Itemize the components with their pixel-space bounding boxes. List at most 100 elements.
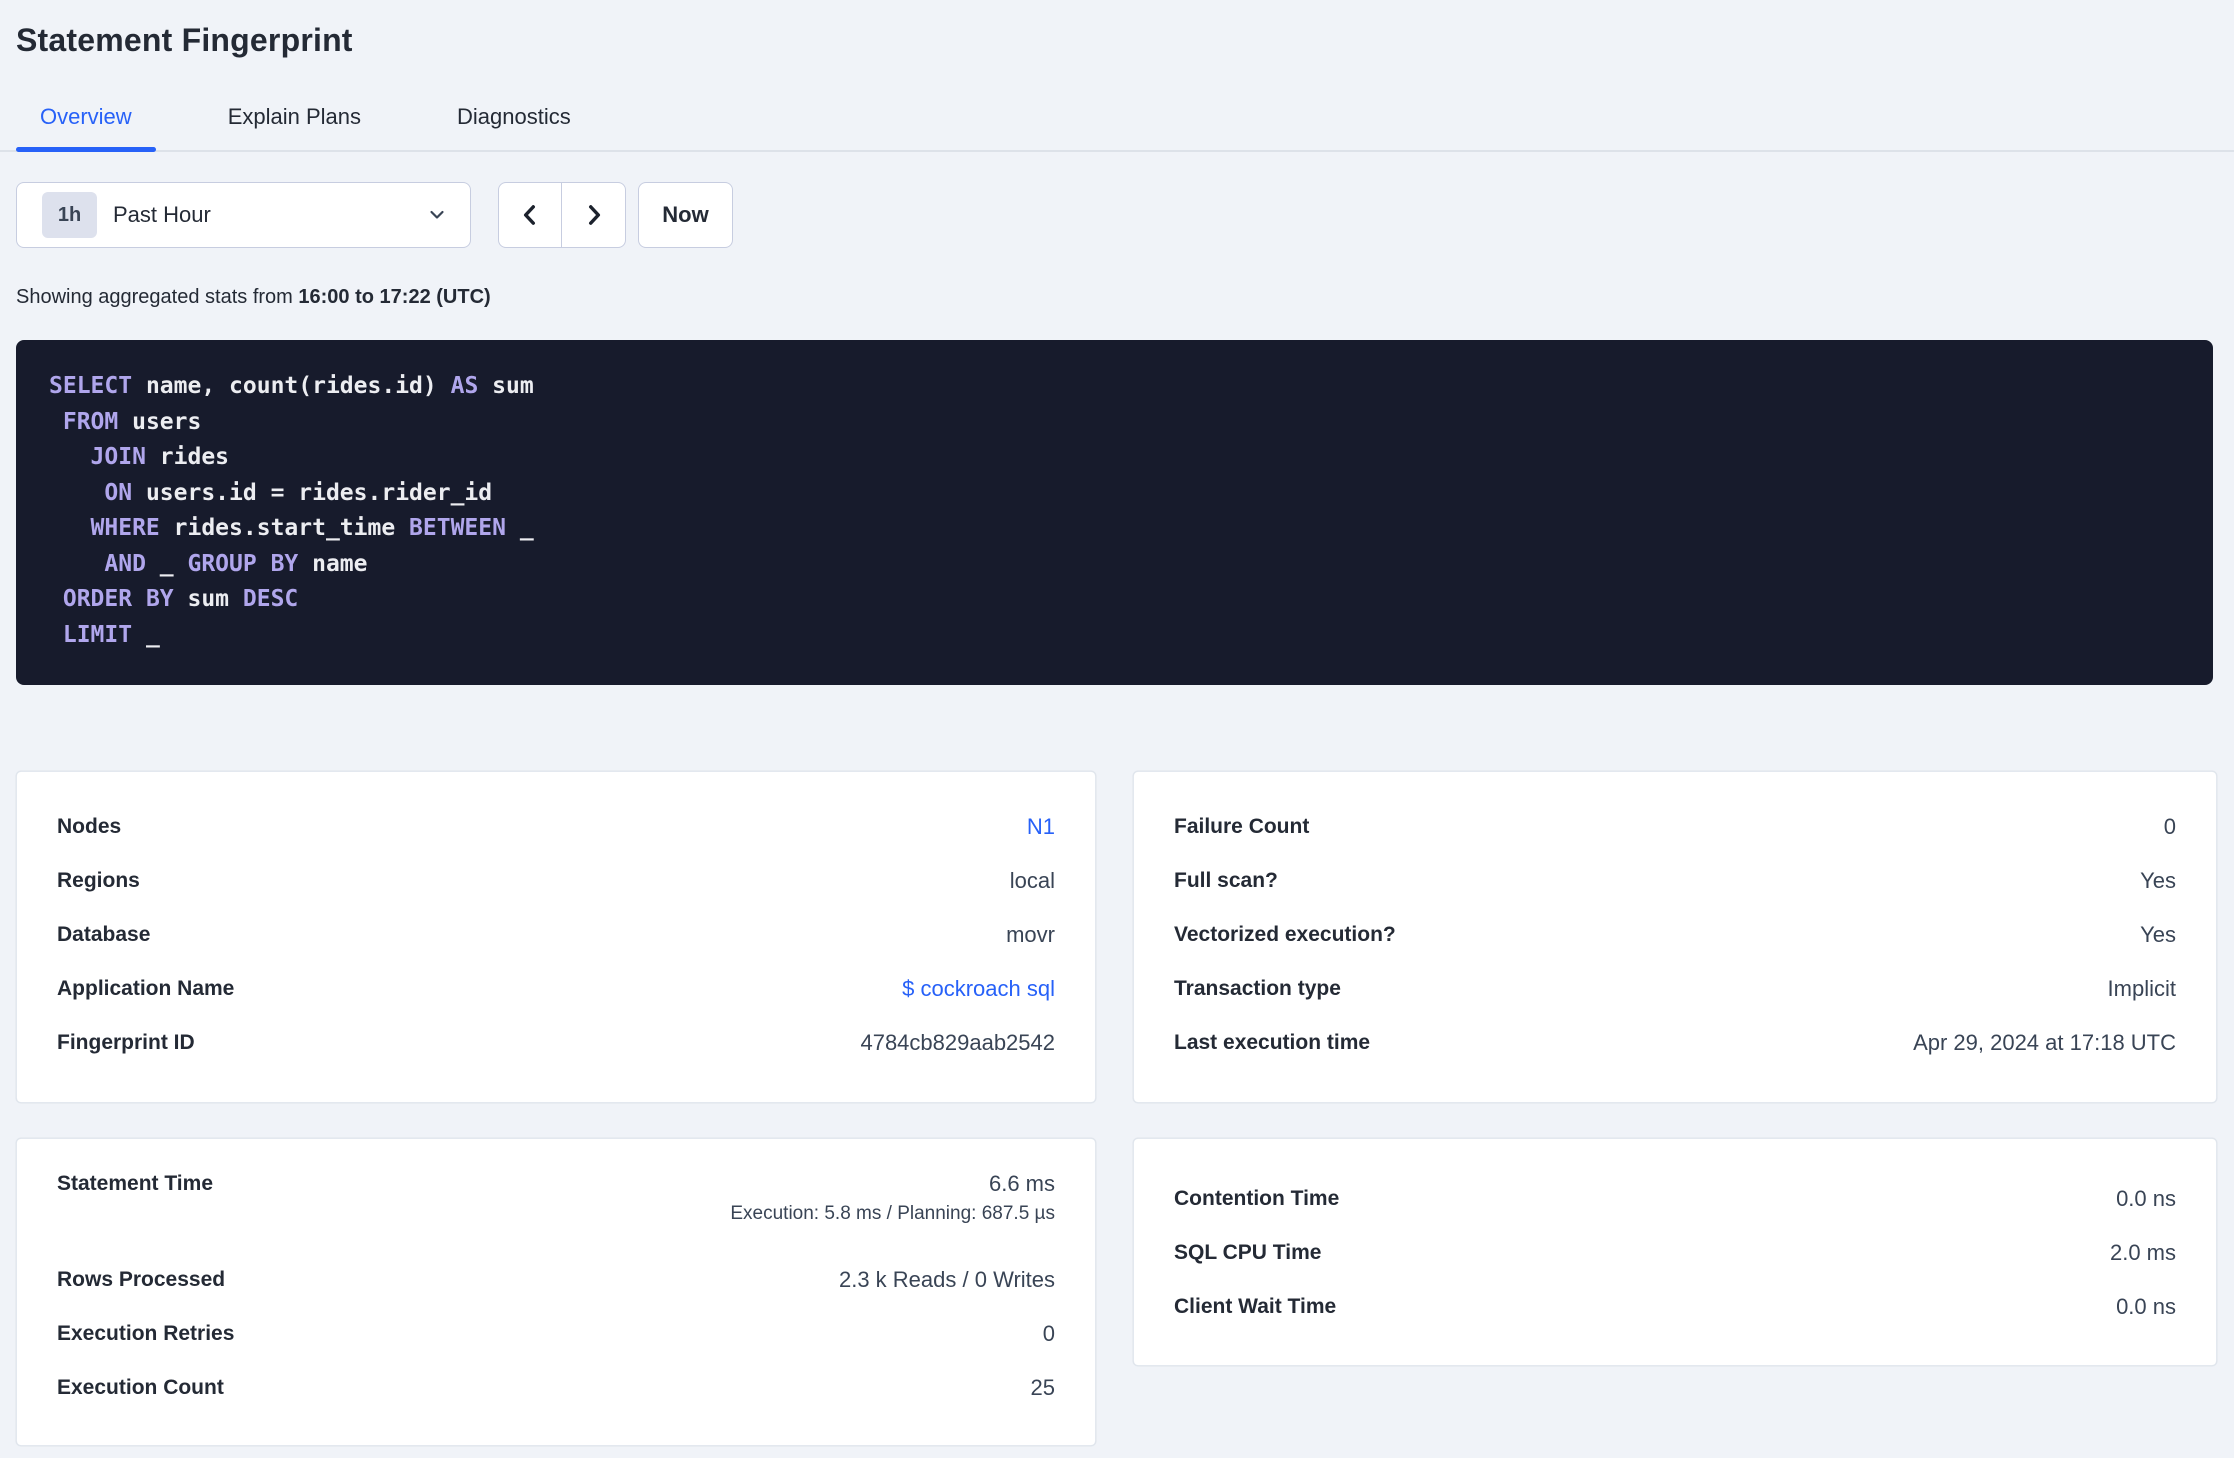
row-value-wrap: 6.6 ms Execution: 5.8 ms / Planning: 687.… [730,1167,1055,1227]
now-button[interactable]: Now [638,182,733,248]
summary-row: Vectorized execution? Yes [1174,908,2176,962]
summary-row: Transaction type Implicit [1174,962,2176,1016]
row-label: Full scan? [1174,869,1278,892]
row-value: 0 [2163,814,2176,839]
summary-row: Nodes N1 [57,800,1055,854]
summary-row: SQL CPU Time 2.0 ms [1174,1226,2176,1280]
row-label: Nodes [57,815,122,838]
page-title: Statement Fingerprint [16,22,353,58]
sql-statement-box: SELECT name, count(rides.id) AS sum FROM… [16,340,2213,685]
sql-keyword: AS [450,373,479,399]
time-range-pager [498,182,626,248]
row-label: Contention Time [1174,1187,1340,1210]
row-value-wrap: Apr 29, 2024 at 17:18 UTC [1913,1030,2176,1056]
row-value: 0.0 ns [2116,1186,2176,1211]
row-label: Vectorized execution? [1174,923,1396,946]
row-label: SQL CPU Time [1174,1241,1322,1264]
row-value-wrap: 0.0 ns [2116,1294,2176,1320]
sql-line: WHERE rides.start_time BETWEEN _ [49,511,2180,547]
row-subvalue: Execution: 5.8 ms / Planning: 687.5 µs [730,1203,1055,1224]
row-value-wrap: local [1010,868,1055,894]
statement-details-panel: Nodes N1 Regions local Database movr Applicati… [16,771,1096,1103]
summary-row: Contention Time 0.0 ns [1174,1172,2176,1226]
row-value-wrap: Yes [2140,922,2176,948]
sql-identifier [49,444,91,470]
time-breakdown-panel: Contention Time 0.0 ns SQL CPU Time 2.0 ms C… [1133,1138,2217,1366]
sql-keyword: ON [104,479,133,506]
sql-identifier: sum [478,373,534,399]
row-value-link[interactable]: $ cockroach sql [902,976,1055,1001]
sql-identifier [49,586,63,612]
time-range-dropdown[interactable]: 1h Past Hour [16,182,471,248]
sql-keyword: ORDER BY [62,586,174,612]
summary-row: Execution Retries 0 [57,1307,1055,1361]
sql-identifier: sum [173,586,243,612]
summary-row: Database movr [57,908,1055,962]
next-range-button[interactable] [562,183,625,247]
previous-range-button[interactable] [499,183,562,247]
sql-identifier: _ [505,515,534,541]
tab-explain-plans[interactable]: Explain Plans [204,98,385,150]
chevron-right-icon [581,202,607,228]
tab-bar: Overview Explain Plans Diagnostics [0,98,2234,152]
row-value: 0.0 ns [2116,1294,2176,1319]
sql-identifier [49,622,63,648]
row-value: local [1009,868,1055,893]
row-value-wrap: 0.0 ns [2116,1186,2176,1212]
chevron-left-icon [517,202,543,228]
time-range-badge: 1h [42,192,97,238]
sql-keyword: LIMIT [62,621,133,648]
sql-identifier [49,409,63,435]
sql-keyword: FROM [62,408,119,435]
row-value-wrap: 4784cb829aab2542 [860,1030,1055,1056]
row-label: Execution Count [57,1376,224,1399]
sql-identifier: users.id = rides.rider_id [132,479,493,506]
sql-identifier: _ [145,550,188,577]
summary-row: Failure Count 0 [1174,800,2176,854]
time-controls: 1h Past Hour Now [16,182,733,248]
sql-line: AND _ GROUP BY name [49,547,2180,583]
caption-time-range: 16:00 to 17:22 (UTC) [298,286,491,308]
sql-keyword: JOIN [90,444,146,470]
summary-row: Regions local [57,854,1055,908]
tab-diagnostics[interactable]: Diagnostics [433,98,595,150]
row-value-wrap: 0 [2164,814,2176,840]
sql-keyword: GROUP BY [187,550,299,577]
summary-row: Application Name $ cockroach sql [57,962,1055,1016]
row-value: 2.3 k Reads / 0 Writes [838,1267,1055,1292]
sql-identifier: rides.start_time [159,515,410,541]
sql-identifier: rides [145,444,230,470]
row-value-wrap: 2.3 k Reads / 0 Writes [839,1267,1055,1293]
sql-identifier: _ [132,621,160,648]
row-label: Execution Retries [57,1322,235,1345]
row-value: 6.6 ms [988,1171,1055,1196]
sql-keyword: BETWEEN [409,515,506,541]
row-value: movr [1006,922,1055,947]
sql-line: LIMIT _ [49,618,2180,654]
row-value-wrap: 0 [1043,1321,1055,1347]
summary-row: Fingerprint ID 4784cb829aab2542 [57,1016,1055,1070]
row-value: 2.0 ms [2109,1240,2176,1265]
row-value-wrap: N1 [1027,814,1055,840]
row-value: 25 [1030,1375,1055,1400]
row-value-wrap: Implicit [2108,976,2176,1002]
row-value-link[interactable]: N1 [1027,814,1055,839]
caption-prefix: Showing aggregated stats from [16,286,299,308]
sql-line: ORDER BY sum DESC [49,582,2180,618]
row-value-wrap: Yes [2140,868,2176,894]
statement-performance-panel: Statement Time 6.6 ms Execution: 5.8 ms / … [16,1138,1096,1446]
chevron-down-icon [426,204,448,226]
row-label: Fingerprint ID [57,1031,195,1054]
tab-overview[interactable]: Overview [16,98,156,152]
sql-identifier [49,480,104,506]
execution-attributes-panel: Failure Count 0 Full scan? Yes Vectorized ex… [1133,771,2217,1103]
sql-keyword: WHERE [90,515,160,541]
sql-identifier: name, count(rides.id) [132,373,451,399]
row-label: Database [57,923,151,946]
sql-identifier [49,515,91,541]
row-label: Transaction type [1174,977,1341,1000]
row-value-wrap: $ cockroach sql [902,976,1055,1002]
row-label: Application Name [57,977,235,1000]
row-value: 4784cb829aab2542 [860,1030,1055,1055]
row-label: Failure Count [1174,815,1310,838]
